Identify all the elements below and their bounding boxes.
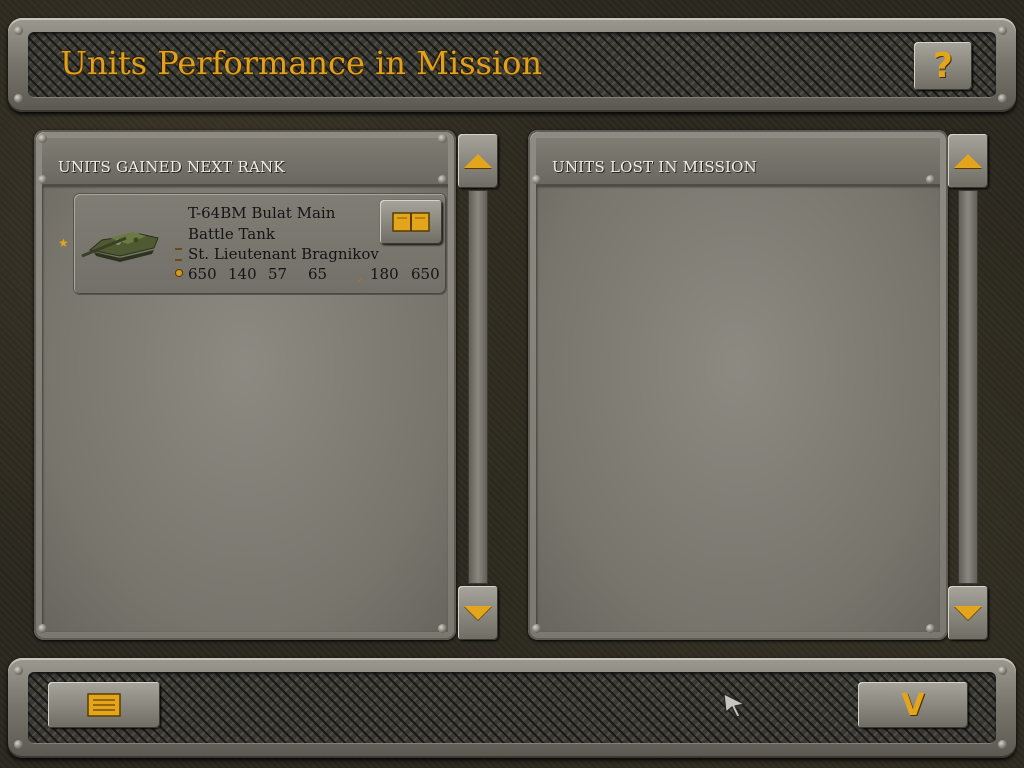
arrow-down-icon bbox=[954, 606, 982, 620]
rank-chevron-icon bbox=[175, 248, 182, 261]
rivet bbox=[438, 175, 447, 184]
rivet bbox=[532, 624, 541, 633]
unit-stat: 65 bbox=[308, 265, 328, 283]
rivet bbox=[438, 134, 447, 143]
left-scroll-down-button[interactable] bbox=[458, 586, 498, 640]
rivet bbox=[14, 740, 23, 749]
rivet bbox=[998, 740, 1007, 749]
rivet bbox=[438, 624, 447, 633]
left-scroll-up-button[interactable] bbox=[458, 134, 498, 188]
rivet bbox=[532, 175, 541, 184]
rivet bbox=[998, 26, 1007, 35]
units-lost-list bbox=[536, 186, 940, 632]
arrow-down-icon bbox=[464, 606, 492, 620]
units-lost-panel: UNITS LOST IN MISSION bbox=[528, 130, 948, 640]
right-scroll-down-button[interactable] bbox=[948, 586, 988, 640]
rivet bbox=[14, 666, 23, 675]
rivet bbox=[998, 666, 1007, 675]
unit-name-line2: Battle Tank bbox=[188, 225, 275, 243]
rivet bbox=[14, 94, 23, 103]
list-icon bbox=[87, 693, 121, 717]
book-icon bbox=[392, 212, 430, 232]
help-icon: ? bbox=[933, 46, 953, 86]
mouse-cursor-icon bbox=[723, 692, 746, 718]
unit-stat: 57 bbox=[268, 265, 288, 283]
unit-name-line1: T-64BM Bulat Main bbox=[188, 204, 336, 222]
rank-star-icon: ★ bbox=[58, 236, 69, 250]
arrow-up-icon bbox=[954, 154, 982, 168]
rivet bbox=[926, 624, 935, 633]
menu-button[interactable] bbox=[48, 682, 160, 728]
rivet bbox=[38, 134, 47, 143]
unit-stat: 140 bbox=[228, 265, 257, 283]
tank-icon bbox=[81, 232, 159, 262]
left-scrollbar-track[interactable] bbox=[468, 190, 488, 584]
help-button[interactable]: ? bbox=[914, 42, 972, 90]
panel-title: UNITS GAINED NEXT RANK bbox=[58, 158, 285, 176]
unit-stat: 650 bbox=[411, 265, 440, 283]
footer-tread bbox=[28, 672, 996, 744]
experience-icon bbox=[176, 270, 182, 276]
checkmark-icon: V bbox=[901, 687, 925, 723]
rivet bbox=[926, 175, 935, 184]
panel-header: UNITS LOST IN MISSION bbox=[536, 138, 940, 186]
rivet bbox=[998, 94, 1007, 103]
unit-stat: 180 bbox=[370, 265, 399, 283]
page-title: Units Performance in Mission bbox=[60, 44, 543, 82]
panel-header: UNITS GAINED NEXT RANK bbox=[42, 138, 448, 186]
unit-commander: St. Lieutenant Bragnikov bbox=[188, 245, 379, 263]
right-scrollbar-track[interactable] bbox=[958, 190, 978, 584]
ammo-icon: ⸝ bbox=[356, 271, 363, 286]
arrow-up-icon bbox=[464, 154, 492, 168]
unit-stat: 650 bbox=[188, 265, 217, 283]
right-scroll-up-button[interactable] bbox=[948, 134, 988, 188]
confirm-button[interactable]: V bbox=[858, 682, 968, 728]
unit-info-button[interactable] bbox=[380, 200, 442, 244]
panel-title: UNITS LOST IN MISSION bbox=[552, 158, 757, 176]
rivet bbox=[14, 26, 23, 35]
rivet bbox=[38, 624, 47, 633]
rivet bbox=[38, 175, 47, 184]
